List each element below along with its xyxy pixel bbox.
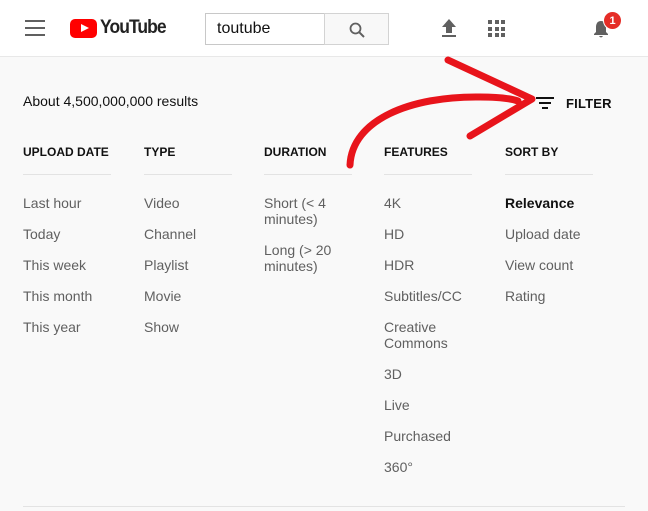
- filter-option[interactable]: Last hour: [23, 195, 111, 211]
- filter-icon: [536, 97, 554, 109]
- column-title: TYPE: [144, 145, 232, 175]
- divider: [23, 506, 625, 507]
- upload-date-column: UPLOAD DATE Last hour Today This week Th…: [23, 145, 111, 350]
- sort-option-selected[interactable]: Relevance: [505, 195, 593, 211]
- filter-button[interactable]: FILTER: [536, 93, 612, 113]
- filter-option[interactable]: Live: [384, 397, 472, 413]
- search-button[interactable]: [324, 13, 389, 45]
- filter-option[interactable]: HDR: [384, 257, 472, 273]
- filter-option[interactable]: Playlist: [144, 257, 232, 273]
- sort-option[interactable]: View count: [505, 257, 593, 273]
- youtube-logo[interactable]: YouTube: [70, 16, 171, 40]
- filter-option[interactable]: Short (< 4 minutes): [264, 195, 352, 227]
- filter-option[interactable]: Channel: [144, 226, 232, 242]
- apps-icon[interactable]: [488, 20, 505, 37]
- filter-option[interactable]: Purchased: [384, 428, 472, 444]
- search-icon: [349, 22, 365, 38]
- column-title: DURATION: [264, 145, 352, 175]
- filter-option[interactable]: Movie: [144, 288, 232, 304]
- upload-icon[interactable]: [440, 18, 458, 38]
- youtube-logo-icon: [70, 18, 97, 38]
- menu-icon[interactable]: [25, 20, 45, 36]
- column-title: SORT BY: [505, 145, 593, 175]
- features-column: FEATURES 4K HD HDR Subtitles/CC Creative…: [384, 145, 472, 490]
- sort-by-column: SORT BY Relevance Upload date View count…: [505, 145, 593, 319]
- filter-option[interactable]: This month: [23, 288, 111, 304]
- sort-option[interactable]: Rating: [505, 288, 593, 304]
- column-title: UPLOAD DATE: [23, 145, 111, 175]
- filter-option[interactable]: HD: [384, 226, 472, 242]
- filter-option[interactable]: Subtitles/CC: [384, 288, 472, 304]
- filter-option[interactable]: 4K: [384, 195, 472, 211]
- top-bar: YouTube 1: [0, 0, 648, 57]
- duration-column: DURATION Short (< 4 minutes) Long (> 20 …: [264, 145, 352, 289]
- column-title: FEATURES: [384, 145, 472, 175]
- filter-option[interactable]: 3D: [384, 366, 472, 382]
- filter-option[interactable]: Creative Commons: [384, 319, 472, 351]
- logo-text: YouTube: [100, 17, 167, 38]
- notification-badge: 1: [603, 11, 622, 30]
- filter-option[interactable]: Today: [23, 226, 111, 242]
- results-count: About 4,500,000,000 results: [23, 93, 199, 109]
- filter-option[interactable]: Show: [144, 319, 232, 335]
- type-column: TYPE Video Channel Playlist Movie Show: [144, 145, 232, 350]
- sort-option[interactable]: Upload date: [505, 226, 593, 242]
- search-input[interactable]: [205, 13, 325, 45]
- filter-option[interactable]: This year: [23, 319, 111, 335]
- filter-option[interactable]: Long (> 20 minutes): [264, 242, 352, 274]
- filter-option[interactable]: 360°: [384, 459, 472, 475]
- filter-option[interactable]: Video: [144, 195, 232, 211]
- filter-label: FILTER: [566, 95, 612, 111]
- filter-option[interactable]: This week: [23, 257, 111, 273]
